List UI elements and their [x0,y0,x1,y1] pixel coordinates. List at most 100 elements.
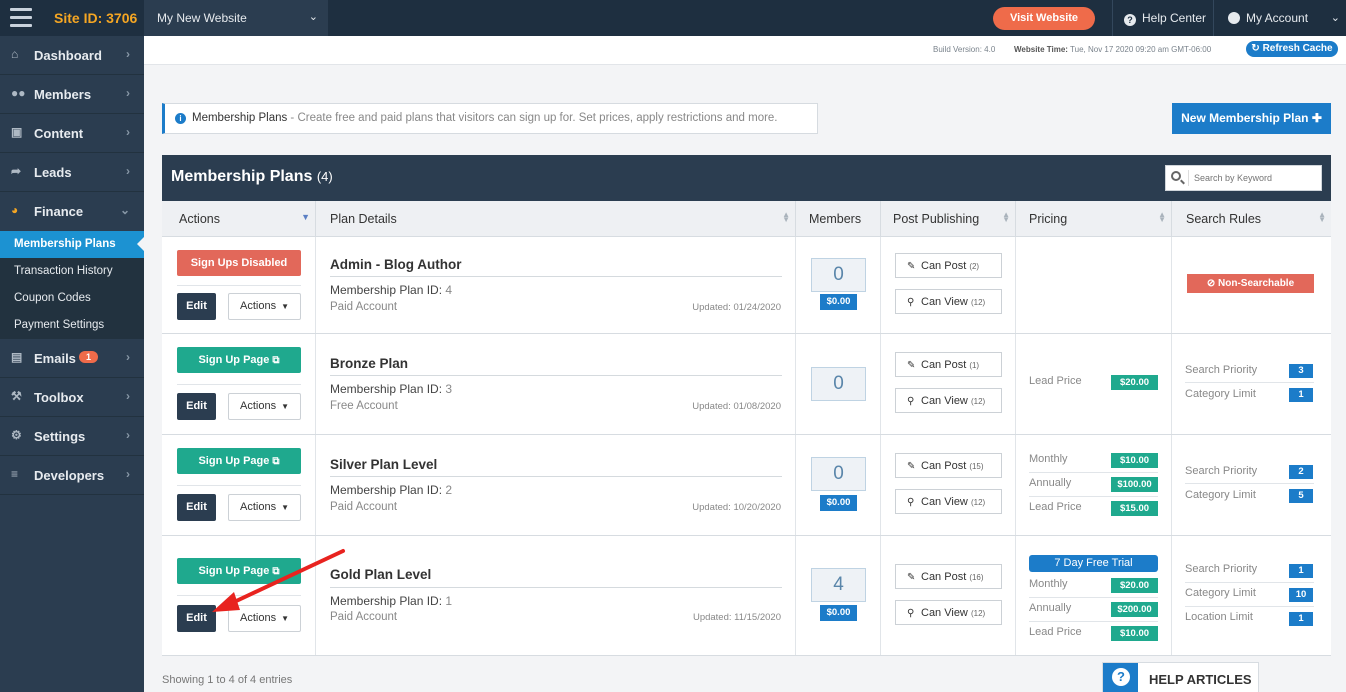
sort-icon: ▲ ▼ [1318,210,1326,224]
sign-up-page-button[interactable]: Sign Up Page ⧉ [177,347,301,373]
search-rules-cell: Search Priority 2 Category Limit 5 [1172,435,1331,535]
pricing-cell: Lead Price $20.00 [1016,334,1172,434]
actions-dropdown[interactable]: Actions ▼ [228,393,301,420]
sign-up-page-label: Sign Up Page [198,455,270,467]
sign-up-page-button[interactable]: Sign Up Page ⧉ [177,558,301,584]
sidebar-item-finance[interactable]: ◕ Finance ⌄ [0,192,144,231]
actions-cell: Sign Up Page ⧉ Edit Actions ▼ [162,334,316,434]
plan-details-cell: Bronze Plan Membership Plan ID: 3 Free A… [316,334,796,434]
column-header-members[interactable]: Members [796,201,881,237]
plan-name[interactable]: Gold Plan Level [330,567,431,582]
can-post-button[interactable]: ✎ Can Post (15) [895,453,1002,478]
can-view-label: Can View [921,496,968,508]
can-post-button[interactable]: ✎ Can Post (2) [895,253,1002,278]
build-version: Build Version: 4.0 [933,45,996,54]
plan-id-value: 4 [445,283,453,297]
chevron-down-icon: ⌄ [308,11,318,23]
can-view-button[interactable]: ⚲ Can View (12) [895,489,1002,514]
info-icon: i [175,113,186,124]
sidebar-subitem-coupon-codes[interactable]: Coupon Codes [0,285,144,312]
plan-id: Membership Plan ID: 1 [330,594,452,608]
actions-dropdown[interactable]: Actions ▼ [228,293,301,320]
can-post-button[interactable]: ✎ Can Post (1) [895,352,1002,377]
wrench-icon: ⚒ [11,389,22,403]
plan-name[interactable]: Admin - Blog Author [330,257,461,272]
search-input[interactable] [1188,170,1318,186]
chevron-right-icon: › [126,428,130,442]
price-label: Monthly [1029,578,1068,590]
sidebar-item-emails[interactable]: ▤ Emails 1 › [0,339,144,378]
edit-button[interactable]: Edit [177,494,216,521]
divider [330,276,782,277]
column-header-label: Post Publishing [893,212,980,226]
chevron-right-icon: › [126,47,130,61]
search-rule-label: Location Limit [1185,611,1253,623]
members-count[interactable]: 0 [811,258,866,292]
price-label: Lead Price [1029,501,1082,513]
refresh-cache-button[interactable]: ↻ Refresh Cache [1246,41,1338,57]
divider [1185,582,1314,583]
sidebar-item-developers[interactable]: ≡ Developers › [0,456,144,495]
edit-button[interactable]: Edit [177,393,216,420]
sign-ups-disabled-button[interactable]: Sign Ups Disabled [177,250,301,276]
search-rule-value: 1 [1289,388,1313,402]
plan-id-value: 2 [445,483,453,497]
sidebar-item-label: Finance [34,204,84,219]
sidebar-subitem-membership-plans[interactable]: Membership Plans [0,231,144,258]
actions-dropdown[interactable]: Actions ▼ [228,605,301,632]
panel-count: (4) [316,169,333,184]
divider [330,375,782,376]
folder-icon: ▣ [11,125,23,139]
can-post-button[interactable]: ✎ Can Post (16) [895,564,1002,589]
column-header-post-publishing[interactable]: Post Publishing ▲ ▼ [881,201,1016,237]
column-header-pricing[interactable]: Pricing ▲ ▼ [1016,201,1172,237]
can-view-button[interactable]: ⚲ Can View (12) [895,289,1002,314]
visit-website-button[interactable]: Visit Website [993,7,1095,30]
non-searchable-badge: ⊘ Non-Searchable [1187,274,1314,293]
members-count[interactable]: 0 [811,367,866,401]
price-label: Lead Price [1029,375,1082,387]
can-view-label: Can View [921,607,968,619]
edit-button[interactable]: Edit [177,293,216,320]
sidebar-subitem-payment-settings[interactable]: Payment Settings [0,312,144,339]
help-articles-button[interactable]: ? HELP ARTICLES [1102,662,1259,692]
members-count[interactable]: 4 [811,568,866,602]
sidebar-item-toolbox[interactable]: ⚒ Toolbox › [0,378,144,417]
entries-summary: Showing 1 to 4 of 4 entries [162,674,293,686]
sidebar-subitem-transaction-history[interactable]: Transaction History [0,258,144,285]
members-count[interactable]: 0 [811,457,866,491]
sidebar-item-settings[interactable]: ⚙ Settings › [0,417,144,456]
pricing-cell: Monthly $10.00 Annually $100.00 Lead Pri… [1016,435,1172,535]
edit-icon: ✎ [907,261,916,272]
site-selector[interactable]: My New Website ⌄ [144,0,328,36]
column-header-actions[interactable]: Actions ▼ [162,201,316,237]
sign-up-page-button[interactable]: Sign Up Page ⧉ [177,448,301,474]
chevron-right-icon: › [126,350,130,364]
plan-name[interactable]: Silver Plan Level [330,457,437,472]
new-membership-plan-button[interactable]: New Membership Plan ✚ [1172,103,1331,134]
sidebar-item-dashboard[interactable]: ⌂ Dashboard › [0,36,144,75]
edit-button[interactable]: Edit [177,605,216,632]
can-post-label: Can Post [921,359,967,371]
can-view-button[interactable]: ⚲ Can View (12) [895,388,1002,413]
help-center-link[interactable]: ? Help Center [1112,0,1212,36]
sidebar-item-members[interactable]: ●● Members › [0,75,144,114]
search-rules-cell: Search Priority 3 Category Limit 1 [1172,334,1331,434]
plan-name[interactable]: Bronze Plan [330,356,408,371]
my-account-menu[interactable]: My Account ⌄ [1213,0,1346,36]
search-icon: ⚲ [907,297,915,308]
sidebar-item-content[interactable]: ▣ Content › [0,114,144,153]
share-icon: ➦ [11,164,22,178]
info-text: - Create free and paid plans that visito… [287,112,778,124]
can-view-button[interactable]: ⚲ Can View (12) [895,600,1002,625]
sidebar-item-label: Members [34,87,92,102]
actions-dropdown[interactable]: Actions ▼ [228,494,301,521]
sidebar-item-label: Developers [34,468,105,483]
hamburger-menu-icon[interactable] [10,8,32,28]
column-header-plan-details[interactable]: Plan Details ▲ ▼ [316,201,796,237]
plan-id-label: Membership Plan ID: [330,594,443,608]
column-header-search-rules[interactable]: Search Rules ▲ ▼ [1172,201,1331,237]
price-value: $10.00 [1111,453,1158,468]
sidebar-item-leads[interactable]: ➦ Leads › [0,153,144,192]
divider [330,476,782,477]
